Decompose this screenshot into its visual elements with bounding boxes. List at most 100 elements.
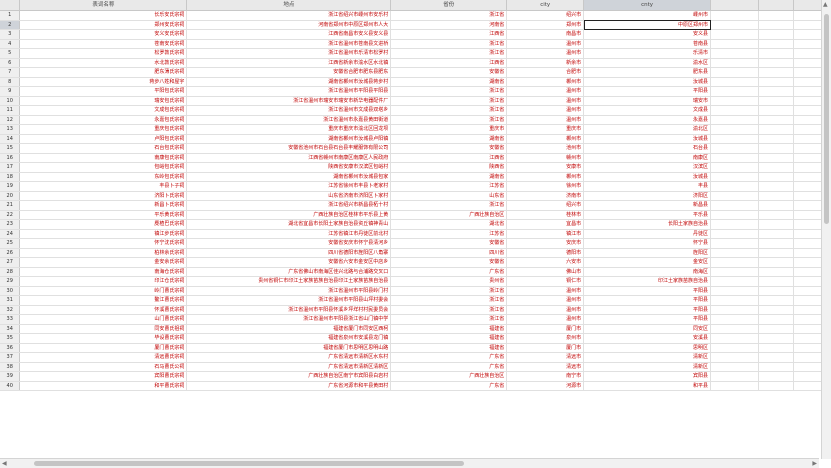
table-cell[interactable]: 汝城县 [583, 134, 712, 144]
empty-cell[interactable] [710, 39, 760, 49]
table-cell[interactable]: 广东省 [390, 352, 508, 363]
horizontal-scroll-thumb[interactable] [34, 461, 464, 466]
empty-cell[interactable] [758, 210, 794, 220]
empty-cell[interactable] [758, 153, 794, 163]
table-cell[interactable]: 安溪县 [583, 333, 712, 344]
table-cell[interactable]: 重庆市重庆市渝北区回龙坝 [186, 124, 392, 135]
table-cell[interactable]: 南康区 [583, 153, 712, 163]
column-header[interactable]: 表词名称 [19, 0, 188, 11]
table-cell[interactable]: 文成县 [583, 105, 712, 116]
row-number[interactable]: 34 [0, 324, 21, 334]
empty-cell[interactable] [710, 191, 760, 201]
column-header[interactable]: city [506, 0, 585, 11]
table-cell[interactable]: 浙江省温州市平阳县怀溪乡坪垟村村民委员会 [186, 305, 392, 315]
table-cell[interactable]: 蒋步八姓和屋宇 [19, 77, 188, 87]
table-cell[interactable]: 浙江省 [390, 86, 508, 97]
table-cell[interactable]: 瑞安包氏宗祠 [19, 96, 188, 106]
table-cell[interactable]: 岭门曹氏宗祠 [19, 286, 188, 296]
table-cell[interactable]: 池州市 [506, 143, 585, 154]
empty-cell[interactable] [758, 181, 794, 192]
table-cell[interactable]: 苍南县 [583, 39, 712, 49]
table-cell[interactable]: 清新区 [583, 362, 712, 372]
table-cell[interactable]: 湖北省 [390, 219, 508, 230]
table-cell[interactable]: 泉州市 [506, 333, 585, 344]
row-number[interactable]: 25 [0, 238, 21, 249]
selected-cell[interactable]: 中原区郑州市 [583, 20, 712, 30]
table-cell[interactable]: 瑞安市 [583, 96, 712, 106]
row-number[interactable]: 4 [0, 39, 21, 49]
row-number[interactable]: 11 [0, 105, 21, 116]
empty-cell[interactable] [710, 58, 760, 68]
empty-cell[interactable] [710, 352, 760, 363]
table-cell[interactable]: 永嘉包氏宗祠 [19, 115, 188, 125]
empty-cell[interactable] [758, 371, 794, 382]
table-cell[interactable]: 温州市 [506, 314, 585, 325]
empty-cell[interactable] [758, 286, 794, 296]
empty-cell[interactable] [758, 67, 794, 78]
table-cell[interactable]: 湖南省郴州市汝城县卢阳镇 [186, 134, 392, 144]
table-cell[interactable]: 广西壮族自治区 [390, 371, 508, 382]
table-cell[interactable]: 镇江市 [506, 229, 585, 239]
data-grid[interactable]: 表词名称 地点 省份 city cnty 1 长乐安氏宗祠 浙江省绍兴市嵊州市安乐村… [0, 0, 831, 391]
table-cell[interactable]: 广东省清远市清新区水东村 [186, 352, 392, 363]
table-cell[interactable]: 绍兴市 [506, 10, 585, 21]
empty-cell[interactable] [758, 39, 794, 49]
table-cell[interactable]: 温州市 [506, 305, 585, 315]
row-number[interactable]: 38 [0, 362, 21, 372]
row-number[interactable]: 6 [0, 58, 21, 68]
table-cell[interactable]: 平阳县 [583, 286, 712, 296]
empty-cell[interactable] [758, 305, 794, 315]
table-cell[interactable]: 肥东县 [583, 67, 712, 78]
row-number[interactable]: 3 [0, 29, 21, 40]
table-cell[interactable]: 江苏省镇江市丹徒区前北村 [186, 229, 392, 239]
table-cell[interactable]: 清新区 [583, 352, 712, 363]
empty-cell[interactable] [758, 20, 794, 30]
empty-cell[interactable] [710, 276, 760, 287]
table-cell[interactable]: 湖南省郴州市汝城县蒋步村 [186, 77, 392, 87]
table-cell[interactable]: 江西省 [390, 58, 508, 68]
empty-cell[interactable] [758, 333, 794, 344]
table-cell[interactable]: 郴州市 [506, 77, 585, 87]
table-cell[interactable]: 新余市 [506, 58, 585, 68]
row-number[interactable]: 31 [0, 295, 21, 306]
table-cell[interactable]: 南康包氏宗祠 [19, 153, 188, 163]
table-cell[interactable]: 桂林市 [506, 210, 585, 220]
empty-cell[interactable] [758, 48, 794, 59]
table-cell[interactable]: 汝城县 [583, 172, 712, 182]
row-number[interactable]: 8 [0, 77, 21, 87]
table-cell[interactable]: 汉滨区 [583, 162, 712, 173]
table-cell[interactable]: 江西省南昌市安义县安义县 [186, 29, 392, 40]
empty-cell[interactable] [710, 172, 760, 182]
table-cell[interactable]: 福建省 [390, 324, 508, 334]
table-cell[interactable]: 石台县 [583, 143, 712, 154]
empty-cell[interactable] [710, 324, 760, 334]
table-cell[interactable]: 河源市 [506, 381, 585, 391]
table-cell[interactable]: 贵州省铜仁市印江土家族苗族自治县印江土家族苗族自治县 [186, 276, 392, 287]
table-cell[interactable]: 浙江省温州市永嘉县黄田街道 [186, 115, 392, 125]
table-cell[interactable]: 松罗敦氏宗祠 [19, 48, 188, 59]
table-cell[interactable]: 安徽省 [390, 143, 508, 154]
row-number[interactable]: 35 [0, 333, 21, 344]
empty-cell[interactable] [710, 371, 760, 382]
empty-cell[interactable] [710, 362, 760, 372]
empty-cell[interactable] [758, 162, 794, 173]
row-number[interactable]: 9 [0, 86, 21, 97]
empty-cell[interactable] [710, 229, 760, 239]
table-cell[interactable]: 金安区 [583, 257, 712, 268]
table-cell[interactable]: 南海区 [583, 267, 712, 277]
table-cell[interactable]: 乐清市 [583, 48, 712, 59]
empty-cell[interactable] [758, 29, 794, 40]
empty-cell[interactable] [758, 96, 794, 106]
table-cell[interactable]: 贵州省 [390, 276, 508, 287]
empty-cell[interactable] [710, 153, 760, 163]
table-cell[interactable]: 济阳区 [583, 191, 712, 201]
row-number[interactable]: 33 [0, 314, 21, 325]
table-cell[interactable]: 厦门曹氏宗祠 [19, 343, 188, 353]
row-number[interactable]: 18 [0, 172, 21, 182]
table-cell[interactable]: 济阳卜氏宗祠 [19, 191, 188, 201]
table-cell[interactable]: 安徽省六安市金安区中店乡 [186, 257, 392, 268]
column-header[interactable] [710, 0, 760, 11]
table-cell[interactable]: 浙江省温州市平阳县平阳县 [186, 86, 392, 97]
row-number[interactable]: 36 [0, 343, 21, 353]
table-cell[interactable]: 柏林余氏宗祠 [19, 248, 188, 258]
